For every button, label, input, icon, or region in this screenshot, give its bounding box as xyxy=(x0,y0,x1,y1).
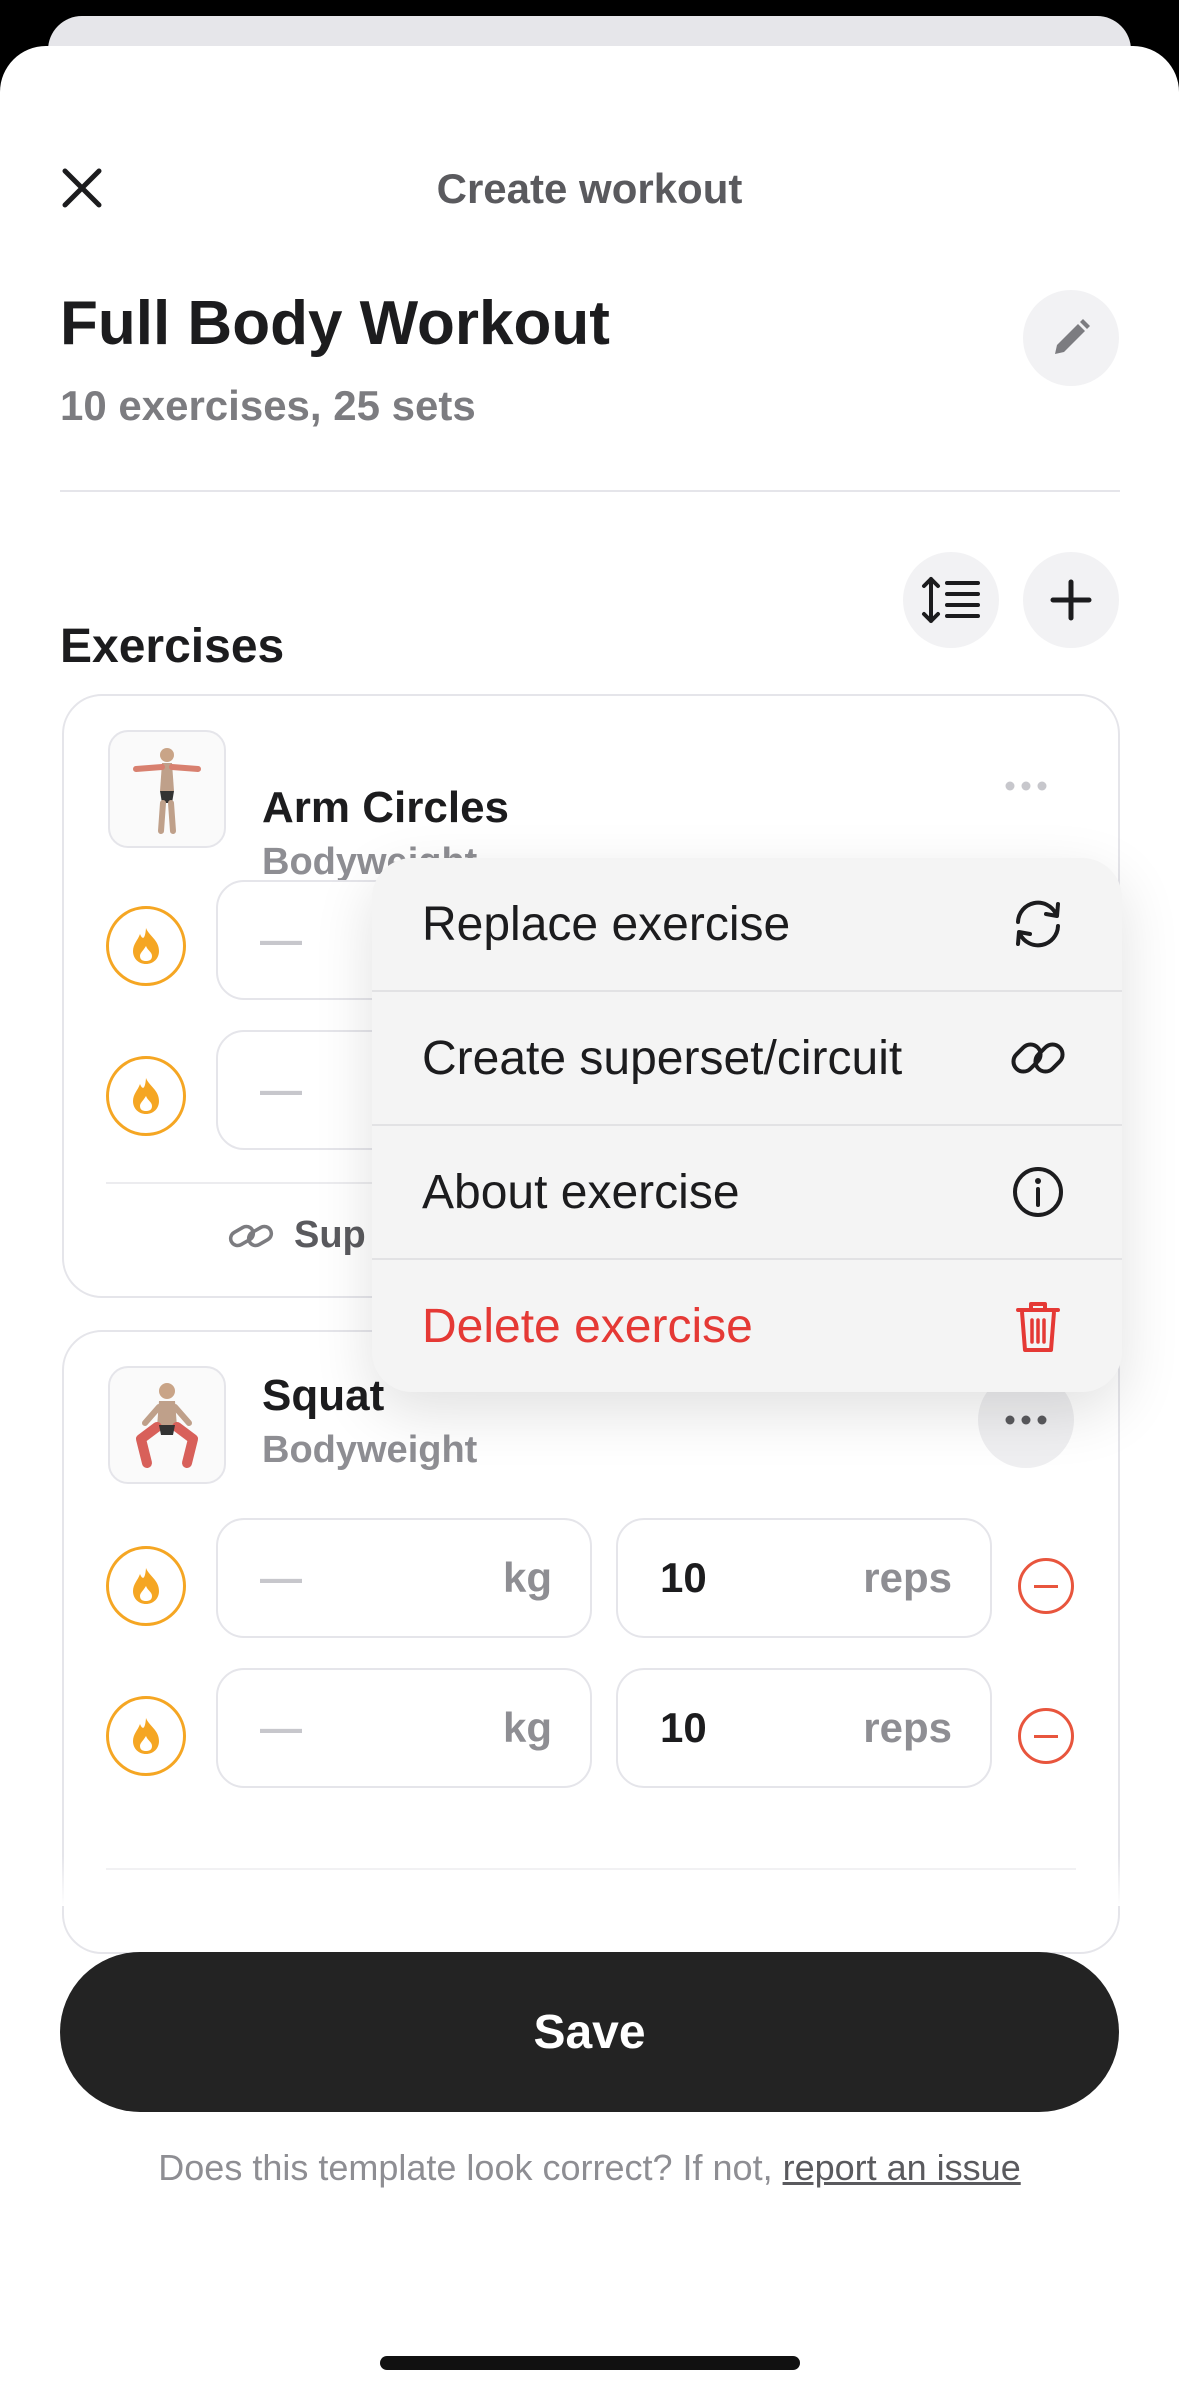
menu-item-about-exercise[interactable]: About exercise xyxy=(372,1126,1122,1260)
flame-icon xyxy=(133,1078,159,1114)
set-type-button[interactable] xyxy=(106,1056,186,1136)
report-issue-link[interactable]: report an issue xyxy=(783,2147,1021,2188)
refresh-icon xyxy=(1016,900,1060,948)
reorder-button[interactable] xyxy=(903,552,999,648)
remove-set-button[interactable] xyxy=(1018,1708,1074,1764)
weight-placeholder: — xyxy=(260,1704,302,1751)
superset-link[interactable]: Sup xyxy=(228,1214,366,1257)
reps-input[interactable]: 10 reps xyxy=(616,1668,992,1788)
set-type-button[interactable] xyxy=(106,1546,186,1626)
link-icon xyxy=(228,1224,274,1247)
minus-icon xyxy=(1034,1584,1058,1588)
exercise-more-button[interactable] xyxy=(978,738,1074,834)
report-footer-text: Does this template look correct? If not, xyxy=(158,2147,783,2188)
weight-input[interactable]: — kg xyxy=(216,1668,592,1788)
edit-name-button[interactable] xyxy=(1023,290,1119,386)
flame-icon xyxy=(133,928,159,964)
weight-input[interactable]: — kg xyxy=(216,1518,592,1638)
reps-value: 10 xyxy=(660,1554,707,1601)
exercise-thumbnail xyxy=(108,730,226,848)
squat-figure-icon xyxy=(136,1383,198,1468)
save-button[interactable]: Save xyxy=(60,1952,1119,2112)
exercise-context-menu: Replace exercise Create superset/circuit… xyxy=(372,858,1122,1392)
report-footer: Does this template look correct? If not,… xyxy=(0,2140,1179,2196)
create-workout-sheet: Create workout Full Body Workout 10 exer… xyxy=(0,46,1179,2396)
menu-item-label: About exercise xyxy=(422,1165,740,1219)
weight-unit: kg xyxy=(502,1704,552,1751)
menu-item-create-superset[interactable]: Create superset/circuit xyxy=(372,992,1122,1126)
add-exercise-button[interactable] xyxy=(1023,552,1119,648)
menu-item-delete-exercise[interactable]: Delete exercise xyxy=(372,1260,1122,1392)
more-icon xyxy=(1005,781,1047,791)
reps-value: 10 xyxy=(660,1704,707,1751)
minus-icon xyxy=(1034,1734,1058,1738)
workout-summary: 10 exercises, 25 sets xyxy=(60,382,476,429)
weight-placeholder: — xyxy=(260,1554,302,1601)
header-divider xyxy=(60,490,1120,492)
trash-icon xyxy=(1016,1302,1060,1352)
sheet-title: Create workout xyxy=(436,165,743,212)
menu-item-label: Create superset/circuit xyxy=(422,1031,903,1085)
superset-link-label: Sup xyxy=(294,1214,366,1256)
reps-input[interactable]: 10 reps xyxy=(616,1518,992,1638)
reps-unit: reps xyxy=(863,1704,952,1751)
exercise-name: Squat xyxy=(262,1371,385,1420)
set-type-button[interactable] xyxy=(106,1696,186,1776)
pencil-icon xyxy=(1055,319,1090,354)
arm-circles-figure-icon xyxy=(133,748,201,834)
more-icon xyxy=(1005,1415,1047,1425)
reps-unit: reps xyxy=(863,1554,952,1601)
home-indicator[interactable] xyxy=(380,2356,800,2370)
workout-name: Full Body Workout xyxy=(60,289,610,358)
info-icon xyxy=(1013,1167,1063,1217)
flame-icon xyxy=(133,1718,159,1754)
weight-placeholder: — xyxy=(260,1066,302,1113)
remove-set-button[interactable] xyxy=(1018,1558,1074,1614)
exercise-name: Arm Circles xyxy=(262,783,510,832)
exercise-type: Bodyweight xyxy=(262,1429,478,1471)
set-type-button[interactable] xyxy=(106,906,186,986)
exercise-thumbnail xyxy=(108,1366,226,1484)
menu-item-replace-exercise[interactable]: Replace exercise xyxy=(372,858,1122,992)
plus-icon xyxy=(1050,579,1092,621)
exercises-heading: Exercises xyxy=(60,620,285,673)
weight-placeholder: — xyxy=(260,916,302,963)
menu-item-label: Replace exercise xyxy=(422,897,791,951)
link-icon xyxy=(1011,1042,1065,1074)
weight-unit: kg xyxy=(502,1554,552,1601)
flame-icon xyxy=(133,1568,159,1604)
reorder-icon xyxy=(922,577,980,623)
menu-item-label: Delete exercise xyxy=(422,1299,753,1353)
scroll-fade xyxy=(0,1856,1179,1906)
